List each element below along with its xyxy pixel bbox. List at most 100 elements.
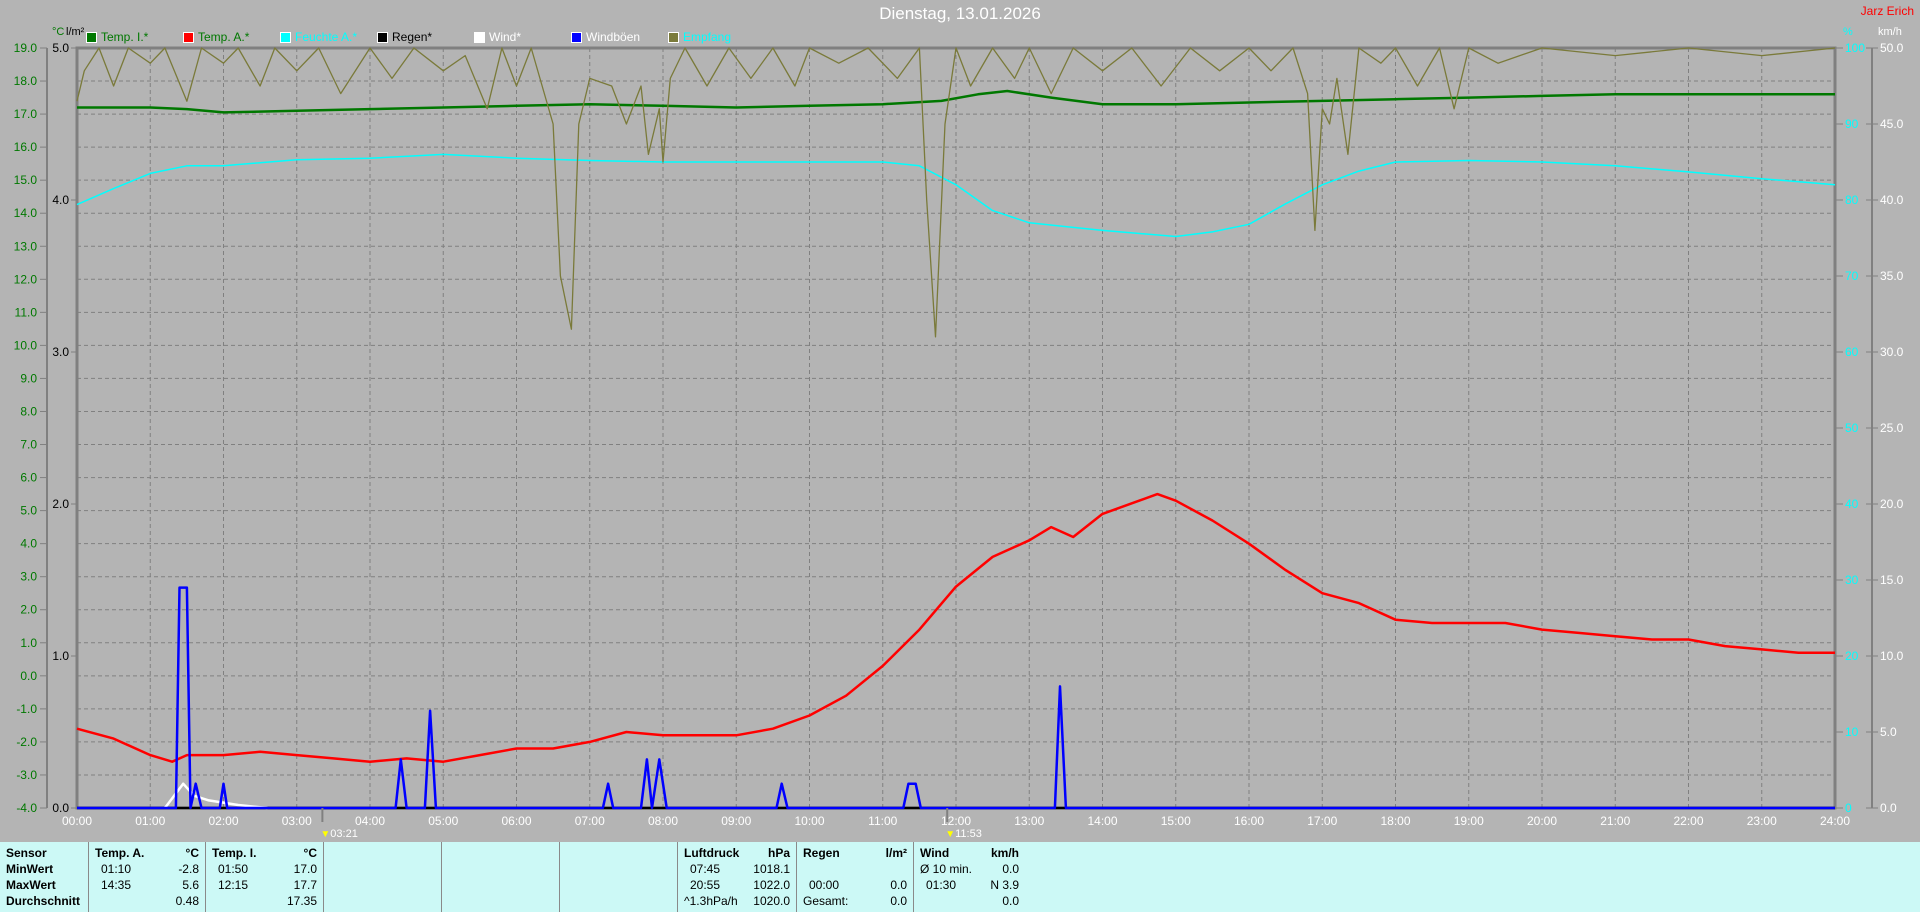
temp-tick-label: -4.0 [16,801,37,815]
rain-tick-label: 4.0 [52,193,69,207]
time-tick-label: 13:00 [1014,814,1044,828]
row-label-avg: Durchschnitt [6,894,81,908]
time-tick-label: 24:00 [1820,814,1850,828]
legend-item[interactable]: Temp. A.* [183,30,280,44]
time-tick-label: 11:00 [868,814,897,828]
time-tick-label: 23:00 [1747,814,1777,828]
legend: Temp. I.* Temp. A.* Feuchte A.* Regen* Wind*… [86,30,758,44]
wind-tick-label: 40.0 [1880,193,1904,207]
legend-swatch [668,31,679,43]
temp-tick-label: 9.0 [20,371,37,385]
sun-marker: ▼11:53 [945,828,982,840]
rain-column: Regen l/m² 00:00 0.0 Gesamt: 0.0 [796,842,913,912]
legend-item[interactable]: Regen* [377,30,474,44]
temp-tick-label: 8.0 [20,404,37,418]
wind-max: N 3.9 [990,878,1019,892]
temp-i-min: 17.0 [293,862,317,876]
legend-item[interactable]: Feuchte A.* [280,30,377,44]
temp-tick-label: 16.0 [14,140,38,154]
time-tick-label: 04:00 [355,814,385,828]
time-tick-label: 20:00 [1527,814,1557,828]
pressure-min: 1018.1 [753,862,790,876]
temp-i-max: 17.7 [293,878,317,892]
marker-icon: ▼ [945,829,956,840]
humidity-tick-label: 50 [1845,421,1859,435]
time-tick-label: 17:00 [1307,814,1337,828]
humidity-tick-label: 80 [1845,193,1859,207]
legend-label: Feuchte A.* [295,30,358,44]
time-tick-label: 19:00 [1454,814,1484,828]
legend-item[interactable]: Empfang [668,30,758,44]
time-tick-label: 18:00 [1380,814,1410,828]
legend-swatch [474,31,485,43]
row-label-max: MaxWert [6,878,56,892]
wind-tick-label: 35.0 [1880,269,1904,283]
temp-a-unit: °C [185,846,199,860]
temp-tick-label: 7.0 [20,438,37,452]
wind-unit: km/h [990,846,1019,860]
temp-tick-label: 4.0 [20,537,37,551]
temp-tick-label: 10.0 [14,338,38,352]
wind-avg-label: Ø 10 min. [920,862,973,876]
wind-tick-label: 45.0 [1880,117,1904,131]
rain-total-label: Gesamt: [803,894,849,908]
temp-tick-label: 14.0 [14,206,38,220]
humidity-tick-label: 60 [1845,345,1859,359]
temp-i-header: Temp. I. [212,846,257,860]
legend-label: Temp. I.* [101,30,149,44]
legend-item[interactable]: Windböen [571,30,668,44]
humidity-tick-label: 0 [1845,801,1852,815]
marker-time: 03:21 [330,828,358,840]
marker-icon: ▼ [320,829,331,840]
temp-tick-label: 0.0 [20,669,37,683]
wind-tick-label: 20.0 [1880,497,1904,511]
pressure-trend: ^1.3hPa/h [684,894,738,908]
temp-tick-label: 1.0 [20,636,37,650]
empty-column [441,842,559,912]
time-tick-label: 10:00 [794,814,824,828]
rain-tick-label: 2.0 [52,497,69,511]
time-tick-label: 15:00 [1161,814,1191,828]
wind-tick-label: 0.0 [1880,801,1897,815]
wind-tick-label: 5.0 [1880,725,1897,739]
time-tick-label: 22:00 [1673,814,1703,828]
row-label-min: MinWert [6,862,54,876]
chart-title: Dienstag, 13.01.2026 [879,4,1041,23]
time-tick-label: 08:00 [648,814,678,828]
wind-avg: 0.0 [1002,862,1019,876]
time-tick-label: 00:00 [62,814,92,828]
rain-header: Regen [803,846,840,860]
rain-tick-label: 1.0 [52,649,69,663]
marker-time: 11:53 [955,828,982,840]
humidity-axis-unit: % [1843,26,1853,38]
temp-a-min: -2.8 [178,862,199,876]
pressure-current: 1020.0 [753,894,790,908]
temp-tick-label: 6.0 [20,471,37,485]
temp-tick-label: 18.0 [14,74,38,88]
time-tick-label: 16:00 [1234,814,1264,828]
temp-a-max-time: 14:35 [101,878,132,892]
temp-a-min-time: 01:10 [101,862,132,876]
temp-tick-label: -2.0 [16,735,37,749]
pressure-min-time: 07:45 [690,862,721,876]
temp-i-max-time: 12:15 [218,878,249,892]
rain-tick-label: 3.0 [52,345,69,359]
legend-item[interactable]: Wind* [474,30,571,44]
temp-i-min-time: 01:50 [218,862,249,876]
time-tick-label: 03:00 [282,814,312,828]
time-tick-label: 09:00 [721,814,751,828]
temp-tick-label: -3.0 [16,768,37,782]
time-tick-label: 01:00 [135,814,165,828]
humidity-tick-label: 90 [1845,117,1859,131]
time-tick-label: 06:00 [501,814,531,828]
owner-name: Jarz Erich [1860,4,1914,18]
temp-axis-unit: °C [52,26,65,38]
wind-column: Wind km/h Ø 10 min. 0.0 01:30 N 3.9 0.0 [913,842,1025,912]
wind-extra: 0.0 [1002,894,1019,908]
humidity-tick-label: 70 [1845,269,1859,283]
temp-tick-label: 5.0 [20,504,37,518]
empty-column [323,842,441,912]
humidity-tick-label: 30 [1845,573,1859,587]
humidity-tick-label: 10 [1845,725,1859,739]
legend-item[interactable]: Temp. I.* [86,30,183,44]
